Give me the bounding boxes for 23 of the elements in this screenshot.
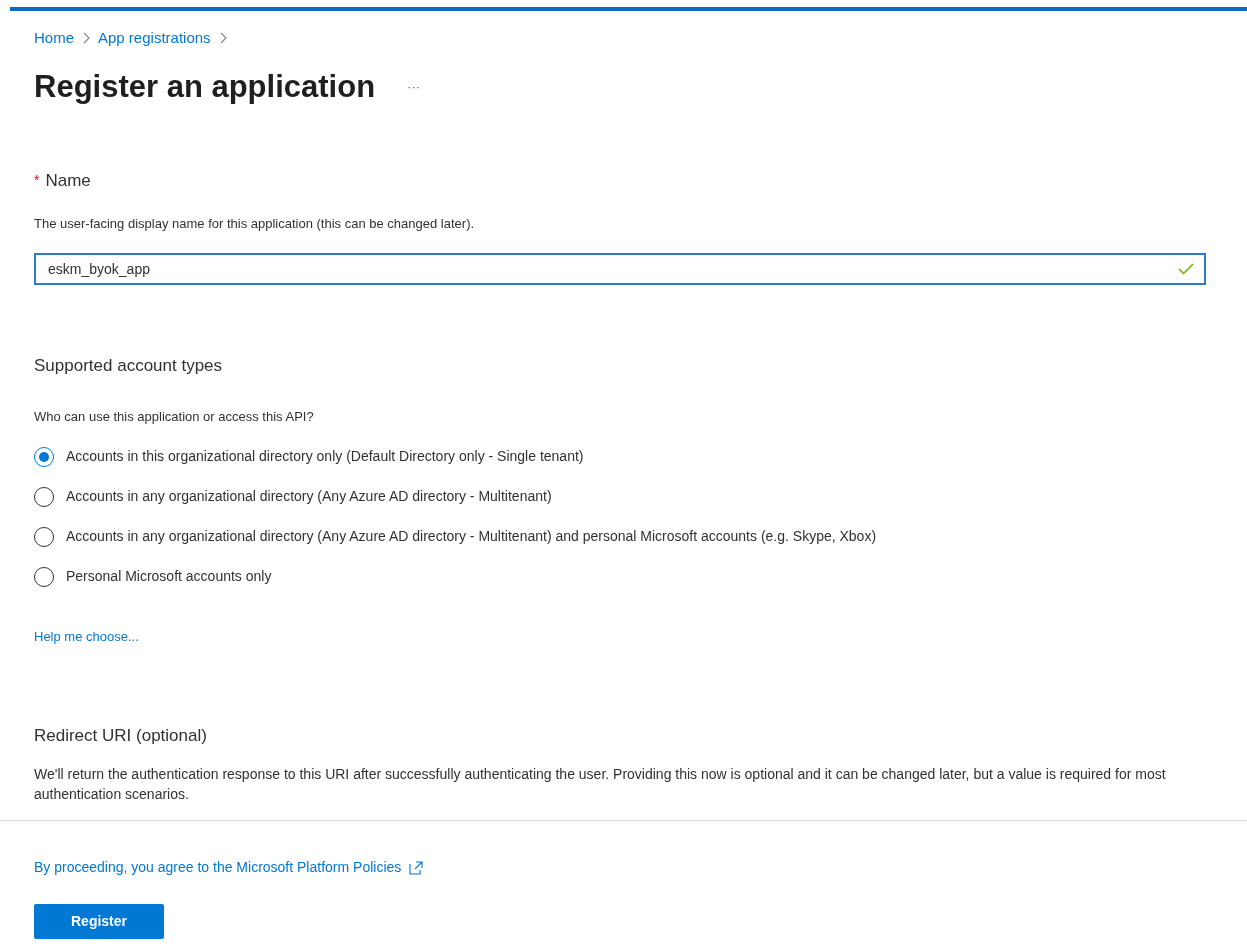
radio-label: Accounts in any organizational directory (Any Azure AD directory - Multitenant) — [66, 487, 552, 506]
field-description: The user-facing display name for this application (this can be changed later). — [34, 214, 476, 233]
checkmark-icon — [1178, 263, 1194, 275]
more-button[interactable]: ··· — [407, 77, 421, 97]
chevron-right-icon — [218, 32, 227, 45]
section-description: We'll return the authentication response to this URI after successfully authenticating the user. Providing this now is optional and it can be changed later, but a value is required for most authentication scenarios. — [34, 765, 1167, 804]
breadcrumb-link[interactable]: App registrations — [98, 27, 211, 50]
required-mark: * — [34, 171, 40, 191]
breadcrumb-link[interactable]: Home — [34, 27, 74, 50]
section-heading: Supported account types — [34, 355, 224, 377]
radio-label: Personal Microsoft accounts only — [66, 567, 272, 586]
section-heading: Redirect URI (optional) — [34, 724, 208, 747]
radio-label: Accounts in this organizational directory only (Default Directory only - Single tenant) — [66, 447, 584, 466]
radio-label: Accounts in any organizational directory (Any Azure AD directory - Multitenant) and personal Microsoft accounts (e.g. Skype, Xbox) — [66, 527, 877, 546]
name-input-field[interactable]: eskm_byok_app — [34, 253, 1206, 285]
help-link[interactable]: Help me choose... — [34, 627, 1205, 647]
policy-link[interactable]: By proceeding, you agree to the Microsoft Platform Policies — [34, 857, 402, 878]
chevron-right-icon — [82, 32, 90, 45]
page-title: Register an application — [34, 67, 376, 106]
external-link-icon — [409, 860, 424, 875]
question-text: Who can use this application or access this API? — [34, 407, 315, 426]
register-button[interactable]: Register — [34, 904, 164, 939]
field-label: Name — [45, 170, 91, 192]
